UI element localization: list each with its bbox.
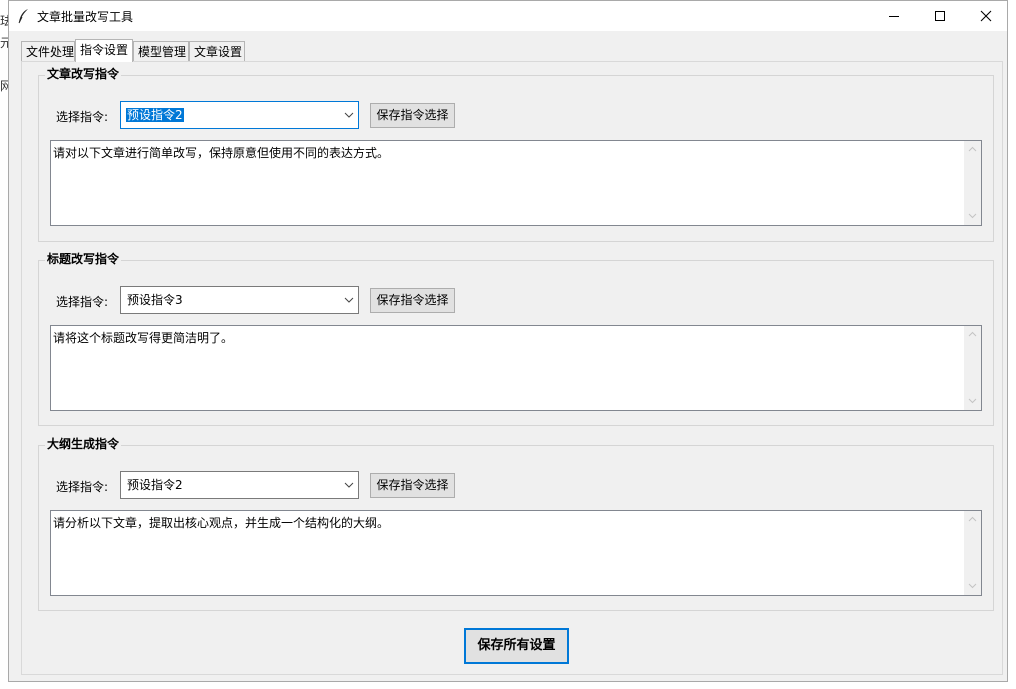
maximize-icon [935,11,945,21]
select-label: 选择指令: [56,110,109,124]
select-label: 选择指令: [56,295,109,309]
article-rewrite-group: 文章改写指令 选择指令: 预设指令2 保存指令选择 请对以下文章进行简单改写，保… [38,67,994,242]
vertical-scrollbar[interactable] [964,326,981,410]
instruction-textarea[interactable]: 请对以下文章进行简单改写，保持原意但使用不同的表达方式。 [50,140,982,226]
tab-article-settings[interactable]: 文章设置 [189,41,245,61]
save-all-settings-button[interactable]: 保存所有设置 [464,628,569,664]
vertical-scrollbar[interactable] [964,511,981,595]
scroll-up-icon[interactable] [968,146,977,152]
scroll-up-icon[interactable] [968,516,977,522]
instruction-select[interactable]: 预设指令3 [120,286,359,314]
vertical-scrollbar[interactable] [964,141,981,225]
instruction-settings-panel: 文章改写指令 选择指令: 预设指令2 保存指令选择 请对以下文章进行简单改写，保… [21,61,1003,675]
group-title: 大纲生成指令 [45,437,122,451]
save-selection-button[interactable]: 保存指令选择 [370,288,455,313]
tab-instruction-settings[interactable]: 指令设置 [75,39,133,62]
instruction-textarea[interactable]: 请分析以下文章，提取出核心观点，并生成一个结构化的大纲。 [50,510,982,596]
save-selection-button[interactable]: 保存指令选择 [370,473,455,498]
close-button[interactable] [963,1,1009,31]
chevron-down-icon[interactable] [344,482,354,488]
instruction-textarea[interactable]: 请将这个标题改写得更简洁明了。 [50,325,982,411]
instruction-text: 请对以下文章进行简单改写，保持原意但使用不同的表达方式。 [53,146,390,160]
window-title: 文章批量改写工具 [37,10,134,24]
chevron-down-icon[interactable] [344,297,354,303]
minimize-icon [889,16,899,17]
close-icon [980,10,992,22]
scroll-down-icon[interactable] [968,583,977,589]
save-selection-button[interactable]: 保存指令选择 [370,103,455,128]
group-title: 文章改写指令 [45,67,122,81]
selected-value: 预设指令2 [126,108,184,122]
chevron-down-icon[interactable] [344,112,354,118]
title-rewrite-group: 标题改写指令 选择指令: 预设指令3 保存指令选择 请将这个标题改写得更简洁明了… [38,252,994,427]
scroll-down-icon[interactable] [968,213,977,219]
scroll-down-icon[interactable] [968,398,977,404]
instruction-text: 请分析以下文章，提取出核心观点，并生成一个结构化的大纲。 [53,516,390,530]
group-title: 标题改写指令 [45,252,122,266]
select-label: 选择指令: [56,480,109,494]
selected-value: 预设指令3 [127,293,183,307]
tab-file-processing[interactable]: 文件处理 [21,41,75,61]
instruction-text: 请将这个标题改写得更简洁明了。 [53,331,234,345]
scroll-up-icon[interactable] [968,331,977,337]
instruction-select[interactable]: 预设指令2 [120,101,359,129]
outline-generation-group: 大纲生成指令 选择指令: 预设指令2 保存指令选择 请分析以下文章，提取出核心观… [38,437,994,612]
instruction-select[interactable]: 预设指令2 [120,471,359,499]
minimize-button[interactable] [871,1,917,31]
feather-icon [18,9,28,24]
maximize-button[interactable] [917,1,963,31]
title-bar[interactable]: 文章批量改写工具 [9,1,1007,31]
selected-value: 预设指令2 [127,478,183,492]
app-window: 文章批量改写工具 文件处理 指令设置 模型管理 文章设置 文章改写指令 选择指令… [8,0,1008,682]
tab-model-management[interactable]: 模型管理 [133,41,189,61]
